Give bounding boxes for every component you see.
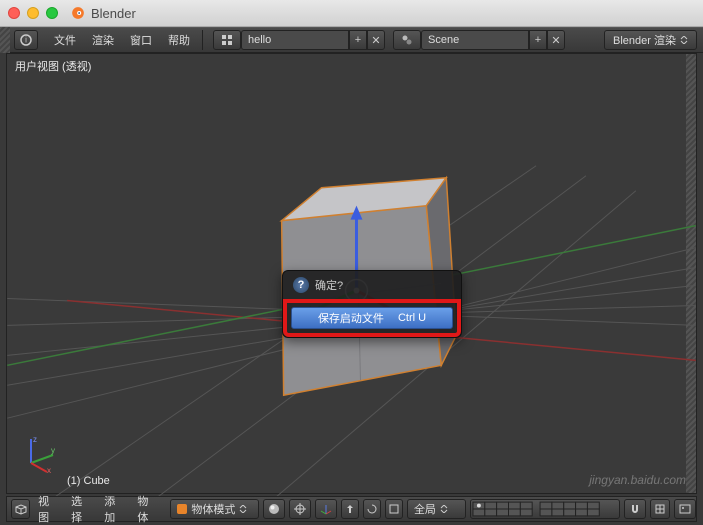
menu-file[interactable]: 文件 [46,32,84,48]
shading-solid[interactable] [263,499,285,519]
object-mode-icon [177,504,187,514]
svg-text:i: i [25,36,27,45]
scale-icon [389,504,399,514]
menu-view[interactable]: 视图 [30,493,63,525]
chevron-updown-icon [680,36,688,44]
svg-text:z: z [33,435,37,444]
editor-type-selector[interactable]: i [14,30,38,50]
window-titlebar: Blender [0,0,703,27]
confirm-popup: ? 确定? 保存启动文件 Ctrl U [282,270,462,338]
menu-add[interactable]: 添加 [96,493,129,525]
image-icon [679,503,691,515]
sphere-solid-icon [268,503,280,515]
active-object-name: (1) Cube [67,475,110,487]
manipulator-translate[interactable] [341,499,359,519]
menu-render[interactable]: 渲染 [84,32,122,48]
layers-grid-icon [471,500,619,518]
menu-window[interactable]: 窗口 [122,32,160,48]
snap-element[interactable] [650,499,670,519]
pivot-selector[interactable] [289,499,311,519]
render-preview[interactable] [674,499,696,519]
info-header: i 文件 渲染 窗口 帮助 hello + ✕ Scene + ✕ Blende… [0,27,703,53]
layout-add-button[interactable]: + [349,30,367,50]
scene-name[interactable]: Scene [421,30,529,50]
save-startup-button[interactable]: 保存启动文件 Ctrl U [291,307,453,329]
crosshair-icon [294,503,306,515]
svg-text:x: x [47,466,51,473]
menu-help[interactable]: 帮助 [160,32,198,48]
area-corner[interactable] [0,27,10,53]
render-engine-select[interactable]: Blender 渲染 [604,30,697,50]
axis-gizmo: z y x [21,433,61,473]
blender-icon [71,6,85,20]
3d-viewport[interactable]: 用户视图 (透视) [6,53,697,494]
layout-delete-button[interactable]: ✕ [367,30,385,50]
screen-layout-name[interactable]: hello [241,30,349,50]
close-icon[interactable] [8,7,20,19]
watermark-text: jingyan.baidu.com [589,473,686,487]
question-icon: ? [293,277,309,293]
rotate-icon [367,504,377,514]
axes-icon [320,503,332,515]
popup-button-label: 保存启动文件 [318,310,384,326]
scene-add-button[interactable]: + [529,30,547,50]
viewport-header: 视图 选择 添加 物体 物体模式 全局 [6,496,697,522]
menu-select[interactable]: 选择 [63,493,96,525]
snap-toggle[interactable] [624,499,646,519]
manipulator-scale[interactable] [385,499,403,519]
svg-text:y: y [51,446,55,455]
popup-shortcut: Ctrl U [398,312,426,324]
layers-panel[interactable] [470,499,620,519]
scene-delete-button[interactable]: ✕ [547,30,565,50]
popup-title: 确定? [315,277,343,293]
editor-type-3dview[interactable] [11,499,30,519]
manipulator-toggle[interactable] [315,499,337,519]
arrow-icon [345,504,355,514]
screen-layout-browse[interactable] [213,30,241,50]
window-title: Blender [71,6,136,21]
orientation-selector[interactable]: 全局 [407,499,466,519]
chevron-updown-icon [440,505,448,513]
zoom-icon[interactable] [46,7,58,19]
menu-object[interactable]: 物体 [129,493,162,525]
magnet-icon [629,503,641,515]
mode-selector[interactable]: 物体模式 [170,499,259,519]
minimize-icon[interactable] [27,7,39,19]
title-text: Blender [91,6,136,21]
grid-icon [655,504,665,514]
manipulator-rotate[interactable] [363,499,381,519]
chevron-updown-icon [239,505,247,513]
scene-browse[interactable] [393,30,421,50]
